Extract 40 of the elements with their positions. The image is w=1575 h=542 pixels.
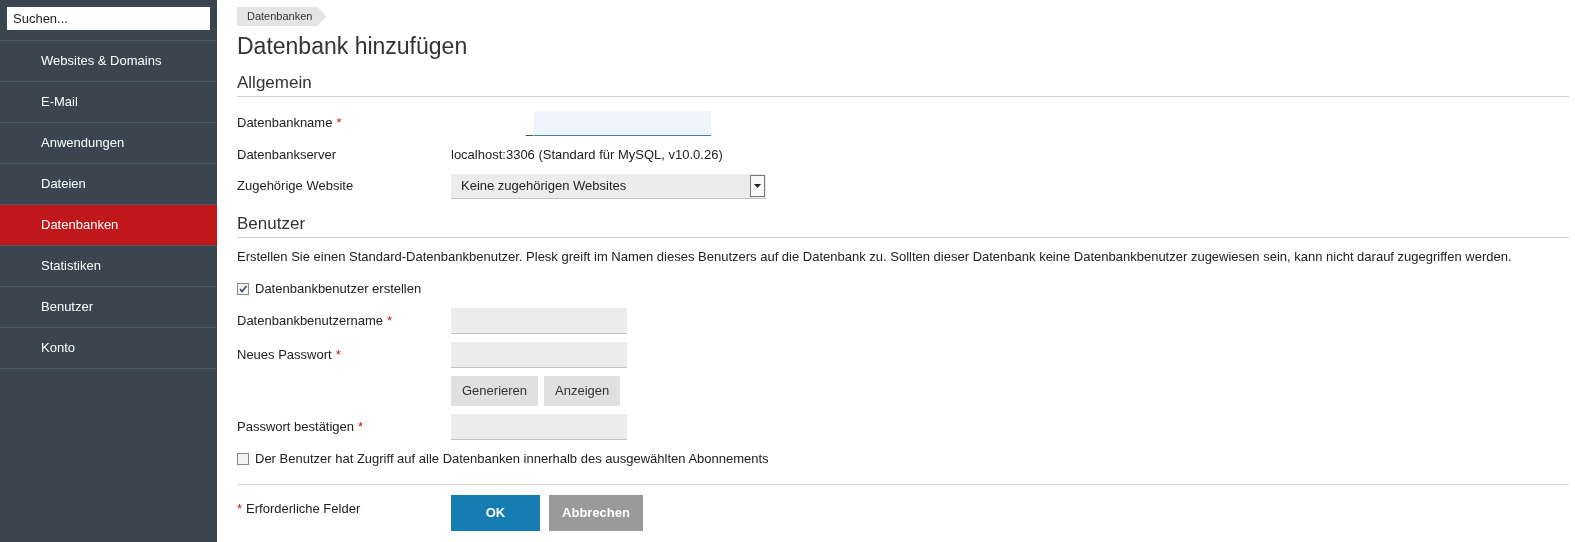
- caret-icon: [750, 174, 765, 197]
- required-mark: *: [336, 114, 342, 133]
- search-field[interactable]: Suchen...: [7, 7, 210, 30]
- database-name-field[interactable]: [534, 110, 712, 136]
- text-field[interactable]: [451, 414, 627, 440]
- text-field[interactable]: [451, 342, 627, 368]
- required-mark: *: [358, 418, 364, 437]
- section-description: Erstellen Sie einen Standard-Datenbankbenutzer. Plesk greift im Namen dieses Benutzers auf die Datenbank zu. Sollten dieser Datenbank keine Datenbankbenutzer zugewiesen sein, kann nicht darauf zugegriffen werden.: [237, 248, 1513, 266]
- nav-item[interactable]: Anwendungen: [0, 123, 217, 164]
- required-mark: *: [237, 500, 243, 518]
- field-label: Datenbankbenutzername: [237, 312, 383, 331]
- ok-button[interactable]: OK: [451, 495, 540, 531]
- text-field[interactable]: [451, 308, 627, 334]
- checkbox-label: Der Benutzer hat Zugriff auf alle Datenbanken innerhalb des ausgewählten Abonnements: [255, 450, 769, 469]
- field-label: Datenbankserver: [237, 146, 336, 165]
- field-label: Zugehörige Website: [237, 177, 354, 196]
- name-prefix: _: [526, 121, 534, 136]
- checkbox-label: Datenbankbenutzer erstellen: [255, 280, 422, 299]
- field-label: Neues Passwort: [237, 346, 332, 365]
- checkbox[interactable]: [237, 453, 249, 465]
- nav-item[interactable]: E-Mail: [0, 82, 217, 123]
- nav-item[interactable]: Konto: [0, 328, 217, 369]
- required-mark: *: [387, 312, 393, 331]
- section-heading: Allgemein: [237, 72, 313, 94]
- field-label: Passwort bestätigen: [237, 418, 355, 437]
- required-mark: *: [335, 346, 341, 365]
- action-button[interactable]: Generieren: [451, 376, 539, 406]
- checkbox[interactable]: [237, 283, 249, 295]
- section-heading: Benutzer: [237, 213, 307, 235]
- server-value: localhost:3306 (Standard für MySQL, v10.0.26): [451, 146, 723, 165]
- action-button[interactable]: Anzeigen: [544, 376, 621, 406]
- page-title: Datenbank hinzufügen: [237, 32, 469, 60]
- nav-item[interactable]: Benutzer: [0, 287, 217, 328]
- nav-item[interactable]: Websites & Domains: [0, 41, 217, 82]
- website-dropdown[interactable]: Keine zugehörigen Websites: [451, 173, 766, 199]
- nav-item[interactable]: Statistiken: [0, 246, 217, 287]
- required-note: Erforderliche Felder: [246, 500, 361, 518]
- breadcrumb-link[interactable]: Datenbanken: [237, 7, 327, 26]
- field-label: Datenbankname: [237, 114, 333, 133]
- nav-item[interactable]: Datenbanken: [0, 205, 217, 246]
